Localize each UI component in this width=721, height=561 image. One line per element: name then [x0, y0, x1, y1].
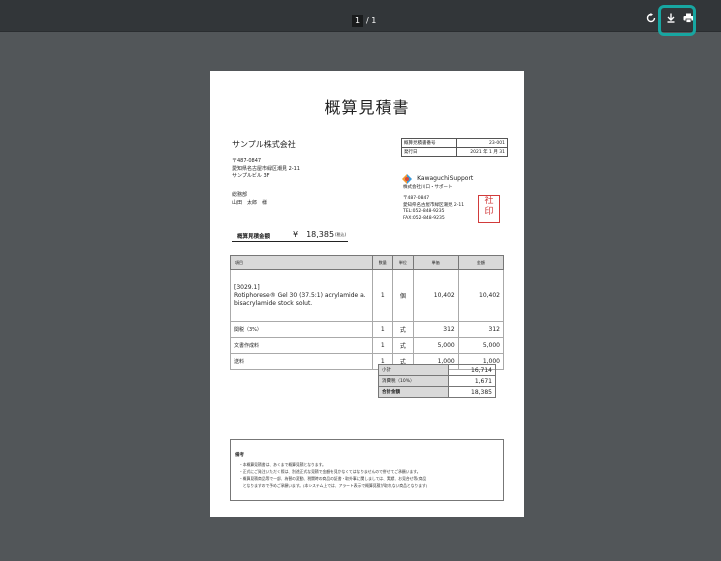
summary-row: 消費税（10%） 1,671 [378, 375, 496, 387]
notes-line: ・本概算見積書は、あくまで概算見積となります。 [239, 462, 326, 467]
summary-value: 18,385 [448, 386, 496, 398]
estimate-total-value: ¥ 18,385 [293, 230, 335, 239]
item-unit: 式 [392, 321, 414, 338]
highlight-box [658, 5, 696, 36]
toolbar-divider [0, 31, 721, 32]
summary-row: 合計金額 18,385 [378, 386, 496, 398]
summary-label: 合計金額 [378, 386, 449, 398]
notes-heading: 備考 [235, 453, 244, 458]
supplier-fax: FAX:052-848-9235 [403, 216, 445, 221]
meta-value: 2021 年 1 月 31 [456, 147, 508, 157]
supplier-address: 愛知県名古屋市緑区潮見 2-11 [403, 203, 465, 208]
table-row: [3029.1] Rotiphorese® Gel 30 (37.5:1) ac… [229, 269, 505, 322]
stamp-char: 社 [484, 196, 494, 206]
pdf-toolbar: 1 / 1 [0, 0, 721, 32]
column-header: 単価 [412, 255, 459, 270]
item-name: 送料 [229, 353, 374, 370]
table-row: 文書作成料 1 式 5,000 5,000 [229, 337, 505, 354]
notes-line: となりますので予めご承願います。(本システム上では、アラート表示で概算見積が取れ… [239, 483, 428, 488]
stamp-char: 印 [484, 207, 494, 217]
estimate-total-box: 概算見積金額 ¥ 18,385 (税込) [232, 229, 348, 242]
estimate-total-tax: (税込) [335, 232, 347, 237]
item-name: 文書作成料 [229, 337, 374, 354]
summary-value: 16,714 [448, 364, 496, 376]
item-name: 関税（3%） [229, 321, 374, 338]
item-qty: 1 [372, 269, 394, 322]
company-seal-stamp: 社 印 [478, 195, 500, 223]
current-page-field[interactable]: 1 [352, 15, 364, 27]
item-qty: 1 [372, 337, 394, 354]
customer-department: 総務部 [232, 192, 248, 198]
supplier-tel: TEL:052-848-9235 [403, 209, 445, 214]
meta-label: 発行日 [401, 147, 457, 157]
page-total: / 1 [366, 16, 377, 25]
pdf-page: 概算見積書 サンプル株式会社 〒487-0847 愛知県名古屋市緑区潮見 2-1… [210, 71, 524, 517]
rotate-icon[interactable] [644, 11, 658, 25]
column-header: 数量 [372, 255, 394, 270]
notes-line: ・概算見積商品等で一部、為替の変動、税関時の商品の証書・取外事に関しましては、実… [239, 476, 427, 481]
notes-line: ・正式にご発注いただく際は、別途正式な見積で金額を見かなくてはなりませんので併せ… [239, 469, 421, 474]
customer-address-2: サンプルビル 3F [232, 173, 270, 179]
customer-zip: 〒487-0847 [232, 158, 262, 164]
customer-company: サンプル株式会社 [232, 140, 296, 149]
estimate-total-label: 概算見積金額 [237, 234, 271, 240]
meta-value: 23-001 [456, 138, 508, 148]
column-header: 項目 [229, 255, 374, 270]
items-table: 項目 数量 単位 単価 金額 [3029.1] Rotiphorese® Gel… [229, 255, 505, 370]
column-header: 単位 [392, 255, 414, 270]
item-unit: 個 [392, 269, 414, 322]
item-name-cont: bisacrylamide stock solut. [234, 299, 313, 307]
logo-mark-icon [402, 173, 412, 184]
summary-row: 小計 16,714 [378, 364, 496, 376]
summary-value: 1,671 [448, 375, 496, 387]
item-amount: 10,402 [457, 269, 505, 322]
meta-row: 概算見積書番号 23-001 [401, 138, 508, 148]
summary-table: 小計 16,714 消費税（10%） 1,671 合計金額 18,385 [378, 364, 496, 398]
summary-label: 消費税（10%） [378, 375, 449, 387]
column-header: 金額 [457, 255, 505, 270]
item-price: 10,402 [412, 269, 459, 322]
summary-label: 小計 [378, 364, 449, 376]
supplier-logo-text: KawaguchiSupport [417, 175, 474, 182]
meta-row: 発行日 2021 年 1 月 31 [401, 147, 508, 157]
item-amount: 312 [457, 321, 505, 338]
item-name-cell: [3029.1] Rotiphorese® Gel 30 (37.5:1) ac… [229, 269, 374, 322]
item-price: 312 [412, 321, 459, 338]
customer-person: 山田 太郎 様 [232, 200, 268, 206]
supplier-name: 株式会社川口・サポート [403, 185, 453, 190]
item-amount: 5,000 [457, 337, 505, 354]
meta-table: 概算見積書番号 23-001 発行日 2021 年 1 月 31 [401, 138, 508, 157]
item-unit: 式 [392, 337, 414, 354]
item-code: [3029.1] [234, 283, 260, 291]
item-qty: 1 [372, 321, 394, 338]
item-name: Rotiphorese® Gel 30 (37.5:1) acrylamide … [234, 291, 366, 299]
item-price: 5,000 [412, 337, 459, 354]
items-header-row: 項目 数量 単位 単価 金額 [229, 255, 505, 270]
document-title: 概算見積書 [324, 98, 410, 117]
meta-label: 概算見積書番号 [401, 138, 457, 148]
notes-box: 備考 ・本概算見積書は、あくまで概算見積となります。 ・正式にご発注いただく際は… [230, 439, 504, 501]
supplier-zip: 〒487-0847 [403, 196, 430, 201]
customer-address-1: 愛知県名古屋市緑区潮見 2-11 [232, 166, 300, 172]
table-row: 関税（3%） 1 式 312 312 [229, 321, 505, 338]
